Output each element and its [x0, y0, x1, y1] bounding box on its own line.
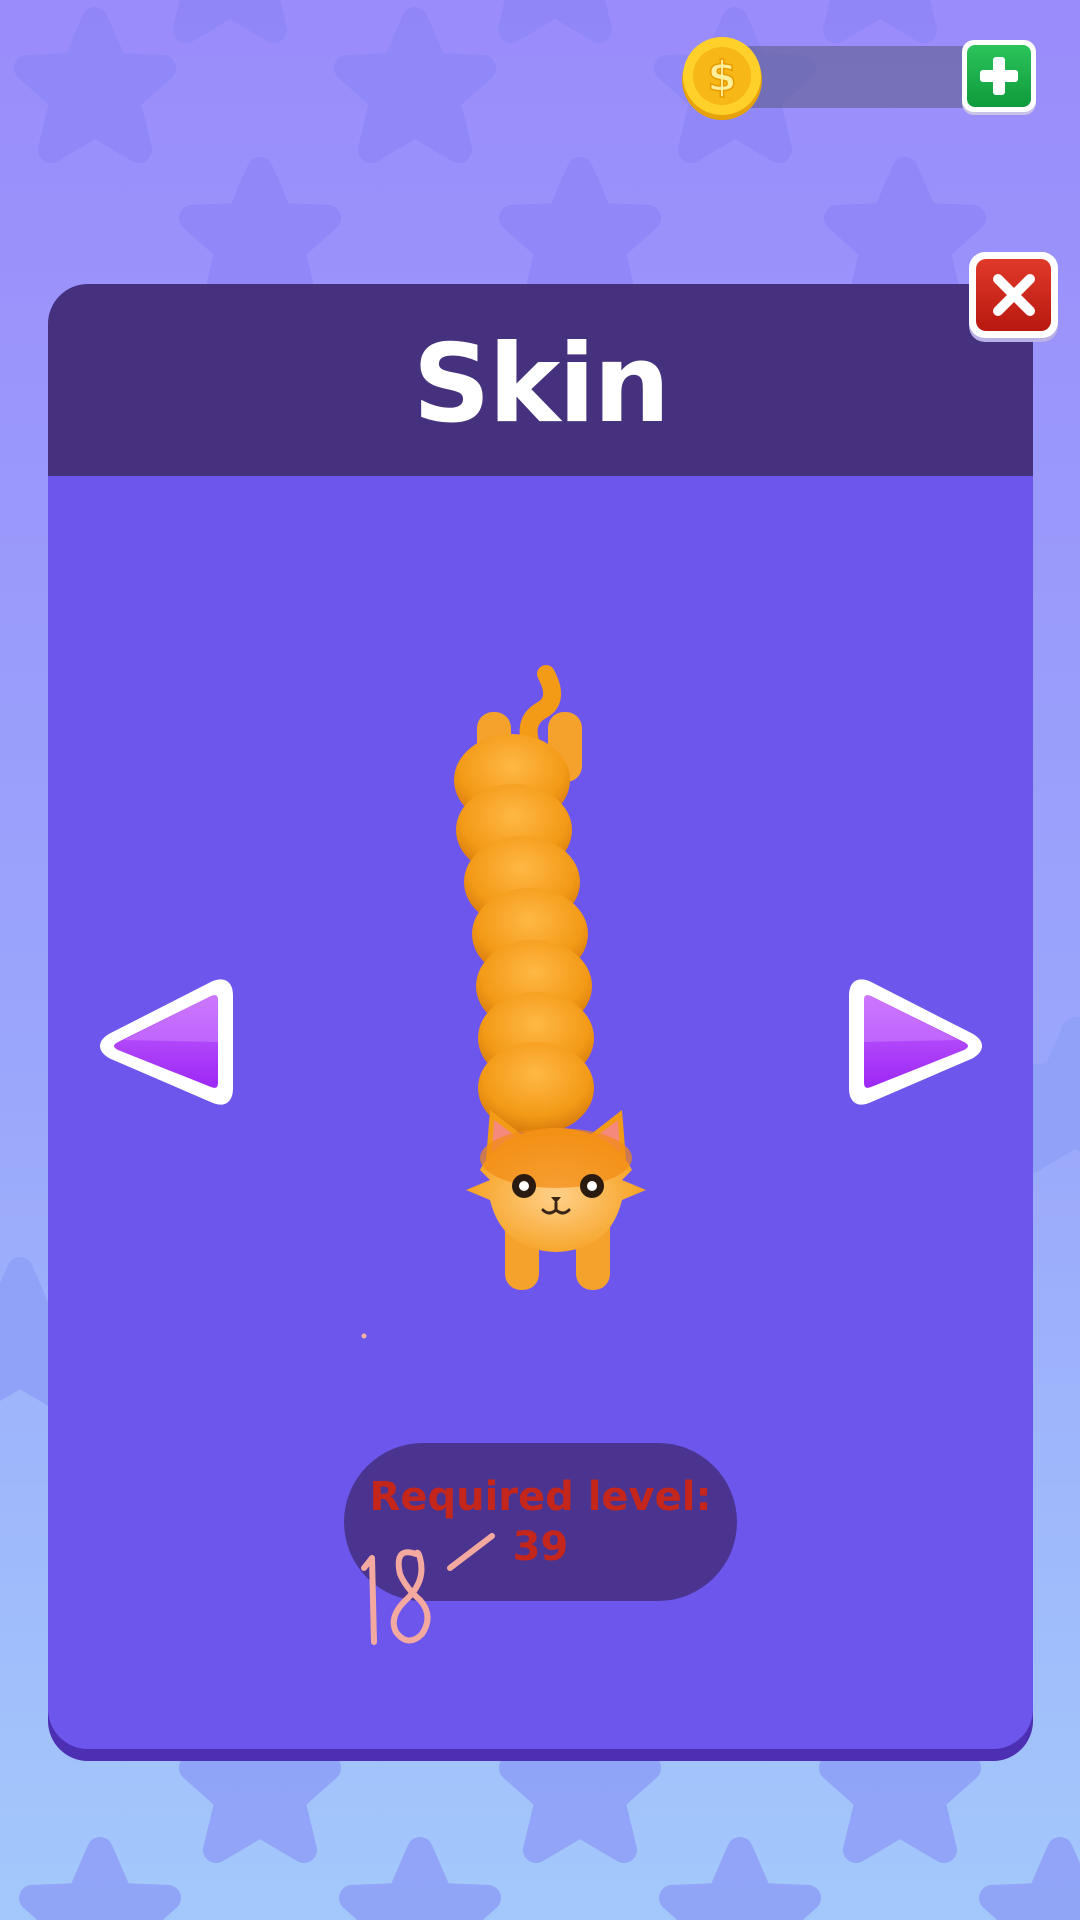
next-skin-button[interactable]: [848, 970, 988, 1120]
cat-skin-preview: [454, 665, 646, 1290]
panel-title: Skin: [412, 321, 671, 447]
required-level-label: Required level:: [369, 1474, 712, 1520]
previous-skin-button[interactable]: [94, 970, 234, 1120]
handwritten-scribble: [361, 1533, 495, 1645]
required-level-value: 39: [512, 1524, 569, 1570]
close-button[interactable]: [969, 252, 1058, 338]
close-x-icon: [992, 274, 1035, 316]
svg-text:$: $: [707, 52, 736, 101]
speck: [361, 1333, 367, 1339]
coin-balance-bar: $: [680, 36, 1036, 120]
add-coins-button[interactable]: [962, 40, 1036, 112]
plus-icon: [980, 57, 1018, 95]
dollar-coin-icon: $: [682, 37, 762, 120]
panel-header: Skin: [48, 284, 1033, 476]
